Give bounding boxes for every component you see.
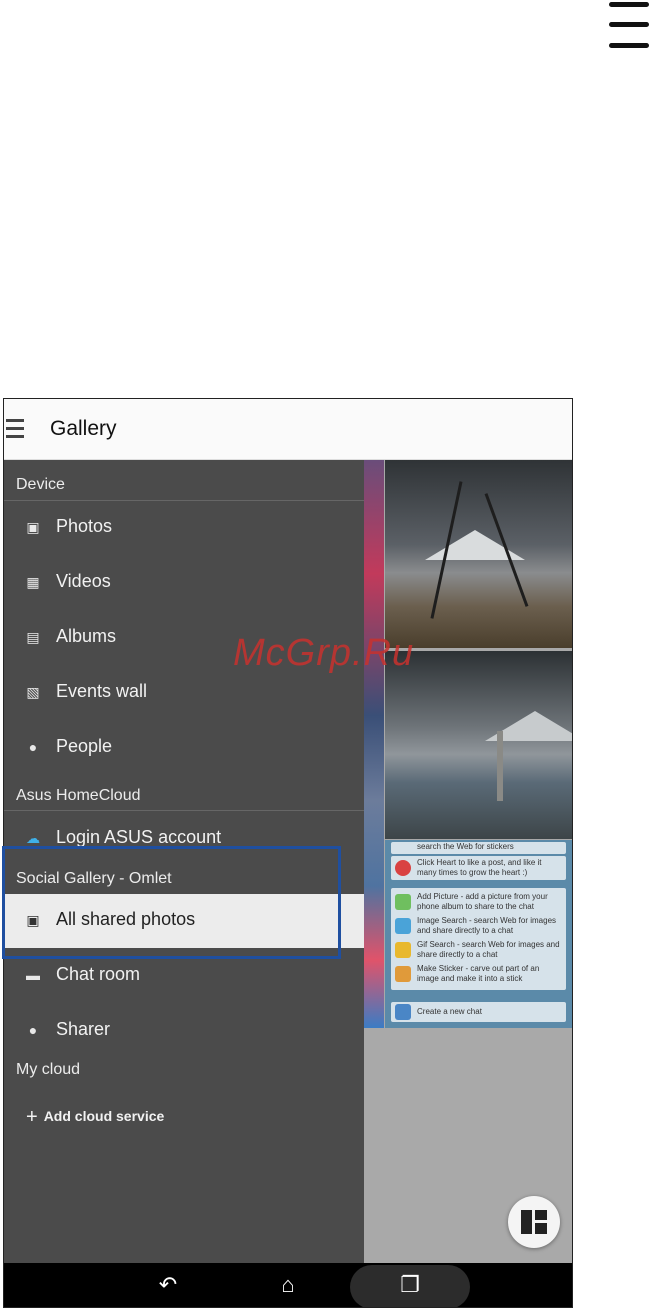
section-mycloud: My cloud xyxy=(16,1061,81,1078)
page-menu-icon[interactable] xyxy=(609,0,649,52)
cloud-icon: ☁ xyxy=(26,830,40,846)
photo-strip[interactable] xyxy=(362,460,384,1028)
recent-apps-icon[interactable]: ❐ xyxy=(394,1271,426,1299)
section-homecloud: Asus HomeCloud xyxy=(16,787,141,804)
watermark: McGrp.Ru xyxy=(233,632,415,674)
videos-icon: ▦ xyxy=(26,574,40,590)
drawer-item-photos[interactable]: ▣ Photos xyxy=(4,501,364,555)
app-bar: Gallery xyxy=(4,399,572,460)
app-title: Gallery xyxy=(50,417,117,440)
section-device: Device xyxy=(16,476,65,493)
help-block: Add Picture - add a picture from your ph… xyxy=(391,888,566,990)
gif-search-icon xyxy=(395,942,411,958)
events-wall-icon: ▧ xyxy=(26,684,40,700)
help-row: search the Web for stickers xyxy=(391,842,566,854)
drawer-menu-icon[interactable] xyxy=(6,419,26,441)
people-icon: ● xyxy=(28,739,38,755)
plus-icon: + xyxy=(26,1106,38,1128)
chat-icon: ▬ xyxy=(26,967,40,983)
photos-icon: ▣ xyxy=(26,519,40,535)
photo-thumbnail[interactable] xyxy=(385,651,572,839)
create-chat-icon xyxy=(395,1004,411,1020)
back-icon[interactable]: ↶ xyxy=(152,1271,184,1299)
divider xyxy=(4,810,364,811)
sharer-icon: ● xyxy=(28,1022,38,1038)
omlet-help-card: search the Web for stickers Click Heart … xyxy=(385,840,572,1028)
albums-icon: ▤ xyxy=(26,629,40,645)
add-picture-icon xyxy=(395,894,411,910)
home-icon[interactable]: ⌂ xyxy=(272,1271,304,1299)
create-chat-row[interactable]: Create a new chat xyxy=(391,1002,566,1022)
add-cloud-service-button[interactable]: + Add cloud service xyxy=(26,1106,164,1129)
help-row: Click Heart to like a post, and like it … xyxy=(391,856,566,880)
image-search-icon xyxy=(395,918,411,934)
drawer-item-people[interactable]: ● People xyxy=(4,721,364,775)
drawer-item-sharer[interactable]: ● Sharer xyxy=(4,1004,364,1058)
drawer-item-videos[interactable]: ▦ Videos xyxy=(4,556,364,610)
layout-toggle-button[interactable] xyxy=(508,1196,560,1248)
system-nav-bar: ↶ ⌂ ❐ xyxy=(4,1263,572,1307)
make-sticker-icon xyxy=(395,966,411,982)
heart-icon xyxy=(395,860,411,876)
photo-thumbnail[interactable] xyxy=(385,460,572,648)
highlight-box xyxy=(2,846,341,959)
